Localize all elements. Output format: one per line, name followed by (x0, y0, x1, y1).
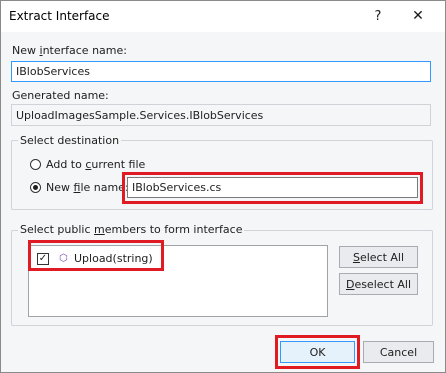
new-file-name-label: New file name: (46, 181, 129, 194)
title-bar: Extract Interface ? ✕ (1, 1, 445, 32)
highlight-box-member (28, 240, 164, 271)
destination-group-title: Select destination (18, 134, 122, 147)
dialog-title: Extract Interface (9, 9, 110, 23)
interface-name-label: New interface name: (12, 44, 127, 57)
highlight-box-ok (275, 335, 360, 369)
close-icon[interactable]: ✕ (403, 4, 433, 28)
select-all-button[interactable]: Select All (339, 246, 418, 268)
cancel-button[interactable]: Cancel (363, 341, 434, 363)
highlight-box-file-name (122, 172, 423, 204)
generated-name-label: Generated name: (12, 89, 109, 102)
add-to-current-file-label: Add to current file (46, 158, 146, 171)
interface-name-input[interactable]: IBlobServices (11, 61, 431, 82)
generated-name-field: UploadImagesSample.Services.IBlobService… (11, 104, 431, 126)
extract-interface-dialog: Extract Interface ? ✕ New interface name… (0, 0, 446, 373)
add-to-current-file-radio[interactable] (30, 159, 41, 170)
deselect-all-button[interactable]: Deselect All (339, 273, 418, 295)
members-group-title: Select public members to form interface (18, 223, 245, 236)
help-icon[interactable]: ? (363, 4, 393, 28)
new-file-name-radio[interactable] (30, 182, 41, 193)
